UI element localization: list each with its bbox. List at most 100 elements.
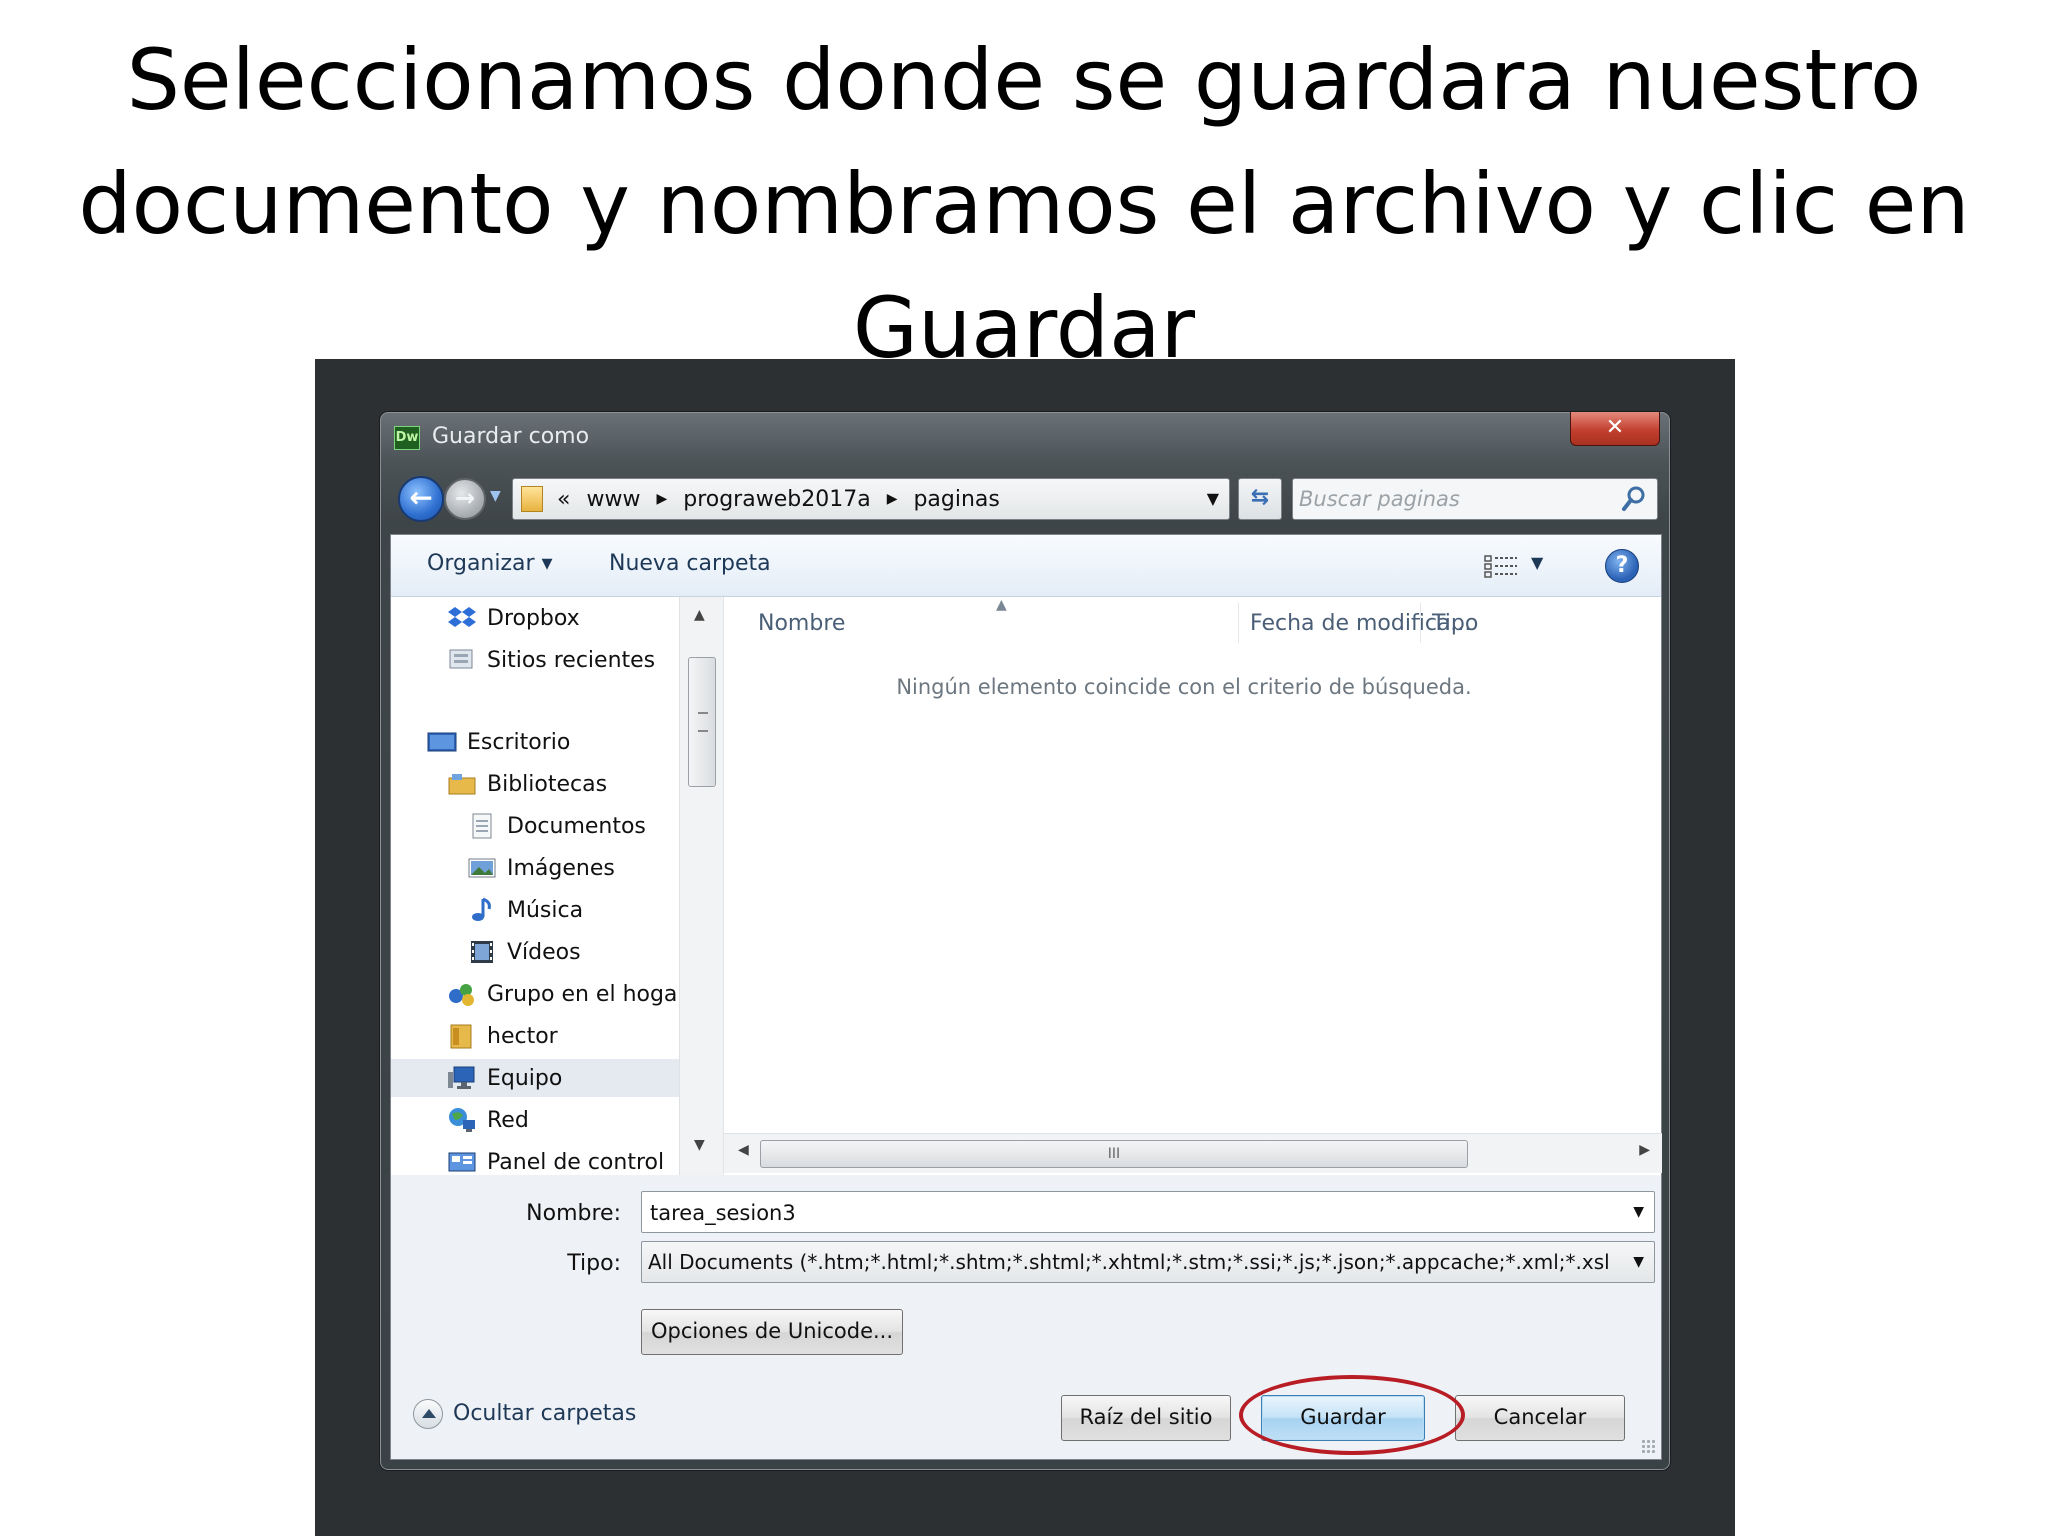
breadcrumb-prograweb2017a[interactable]: prograweb2017a (683, 487, 870, 512)
breadcrumb-separator-icon[interactable]: ▶ (656, 491, 667, 507)
view-options-icon[interactable] (1483, 553, 1519, 579)
sidebar-item-label: Panel de control (487, 1149, 665, 1175)
sidebar-item-videos[interactable]: Vídeos (391, 933, 679, 971)
videos-icon (471, 941, 493, 963)
sidebar-item-label: Sitios recientes (487, 647, 656, 673)
navigation-bar: ← → ▼ « www ▶ prograweb2017a ▶ paginas ▼… (394, 474, 1658, 522)
cancel-button[interactable]: Cancelar (1455, 1395, 1625, 1441)
slide-title: Seleccionamos donde se guardara nuestro … (78, 31, 1970, 377)
sidebar-item-label: Dropbox (487, 605, 580, 631)
recent-places-icon (449, 649, 473, 669)
breadcrumb-separator-icon[interactable]: ▶ (887, 491, 898, 507)
sidebar-item-recent-places[interactable]: Sitios recientes (391, 641, 679, 679)
sidebar-item-label: Escritorio (467, 729, 571, 755)
scroll-left-icon[interactable]: ◀ (738, 1142, 749, 1158)
site-root-button[interactable]: Raíz del sitio (1061, 1395, 1231, 1441)
back-arrow-icon: ← (409, 481, 433, 514)
sidebar-item-desktop[interactable]: Escritorio (391, 723, 679, 761)
control-panel-icon (448, 1152, 476, 1172)
homegroup-icon (449, 984, 474, 1006)
sort-ascending-icon: ▲ (996, 597, 1007, 613)
user-folder-icon (450, 1024, 472, 1049)
sidebar-item-network[interactable]: Red (391, 1101, 679, 1139)
folder-icon (521, 486, 543, 512)
sidebar-item-label: Grupo en el hoga (487, 981, 678, 1007)
forward-button[interactable]: → (444, 478, 486, 520)
file-name-label: Nombre: (526, 1201, 621, 1226)
sidebar-item-documents[interactable]: Documentos (391, 807, 679, 845)
network-icon (449, 1108, 475, 1132)
dropbox-icon (448, 607, 476, 627)
title-bar[interactable]: Dw Guardar como ✕ (380, 412, 1670, 464)
sidebar-item-label: Bibliotecas (487, 771, 608, 797)
computer-icon (448, 1066, 475, 1089)
file-type-select[interactable]: All Documents (*.htm;*.html;*.shtm;*.sht… (641, 1241, 1655, 1283)
navigation-pane: Dropbox Sitios recientes Escritorio Bibl… (391, 597, 723, 1175)
horizontal-scrollbar[interactable]: ◀ III ▶ (724, 1133, 1662, 1173)
back-button[interactable]: ← (398, 476, 444, 522)
scroll-thumb[interactable] (688, 657, 716, 787)
music-icon (472, 897, 491, 921)
documents-icon (472, 813, 492, 839)
close-button[interactable]: ✕ (1570, 412, 1660, 446)
file-name-input[interactable] (650, 1198, 1610, 1228)
sidebar-item-label: Vídeos (507, 939, 581, 965)
file-list-pane: ▲ Nombre Fecha de modifica... Tipo Ningú… (723, 597, 1662, 1175)
refresh-button[interactable]: ⇆ (1238, 478, 1282, 520)
save-as-dialog: Dw Guardar como ✕ ← → ▼ « www ▶ prograwe… (379, 411, 1671, 1471)
forward-arrow-icon: → (454, 484, 476, 512)
address-bar[interactable]: « www ▶ prograweb2017a ▶ paginas ▼ (512, 478, 1230, 520)
file-name-combobox[interactable]: ▼ (641, 1191, 1655, 1233)
hide-folders-toggle[interactable]: Ocultar carpetas (453, 1401, 636, 1426)
column-divider[interactable] (1238, 603, 1239, 643)
command-toolbar: Organizar ▾ Nueva carpeta ▼ ? (391, 535, 1661, 597)
column-header-name[interactable]: Nombre (758, 611, 845, 636)
save-highlight-annotation (1239, 1375, 1465, 1455)
search-box[interactable] (1292, 478, 1658, 520)
sidebar-item-dropbox[interactable]: Dropbox (391, 599, 679, 637)
sidebar-item-hector[interactable]: hector (391, 1017, 679, 1055)
sidebar-item-label: Equipo (487, 1065, 563, 1091)
address-dropdown-icon[interactable]: ▼ (1207, 489, 1219, 508)
desktop-icon (427, 732, 457, 752)
libraries-icon (448, 774, 476, 795)
help-icon[interactable]: ? (1605, 549, 1639, 583)
scroll-right-icon[interactable]: ▶ (1639, 1142, 1650, 1158)
column-header-type[interactable]: Tipo (1432, 611, 1478, 636)
window-title: Guardar como (432, 424, 590, 449)
horizontal-scroll-thumb[interactable]: III (760, 1140, 1468, 1168)
sidebar-item-homegroup[interactable]: Grupo en el hoga (391, 975, 679, 1013)
sidebar-item-computer[interactable]: Equipo (391, 1059, 679, 1097)
organize-button[interactable]: Organizar ▾ (427, 551, 553, 576)
sidebar-item-label: hector (487, 1023, 558, 1049)
screenshot-frame: Dw Guardar como ✕ ← → ▼ « www ▶ prograwe… (315, 359, 1735, 1536)
column-divider[interactable] (1420, 603, 1421, 643)
scroll-down-icon[interactable]: ▼ (694, 1137, 705, 1153)
refresh-icon: ⇆ (1250, 485, 1270, 510)
scroll-up-icon[interactable]: ▲ (694, 607, 705, 623)
search-icon[interactable] (1621, 485, 1647, 513)
breadcrumb-www[interactable]: www (586, 487, 640, 512)
view-dropdown-icon[interactable]: ▼ (1531, 553, 1543, 572)
recent-pages-dropdown-icon[interactable]: ▼ (490, 488, 501, 504)
sidebar-item-pictures[interactable]: Imágenes (391, 849, 679, 887)
sidebar-item-control-panel[interactable]: Panel de control (391, 1143, 679, 1175)
search-input[interactable] (1299, 485, 1599, 513)
sidebar-item-music[interactable]: Música (391, 891, 679, 929)
sidebar-item-label: Red (487, 1107, 529, 1133)
file-name-dropdown-icon[interactable]: ▼ (1633, 1204, 1644, 1220)
breadcrumb-overflow[interactable]: « (557, 487, 570, 512)
unicode-options-button[interactable]: Opciones de Unicode... (641, 1309, 903, 1355)
new-folder-button[interactable]: Nueva carpeta (609, 551, 771, 576)
resize-grip-icon[interactable] (1641, 1439, 1655, 1453)
pictures-icon (468, 858, 496, 878)
sidebar-item-libraries[interactable]: Bibliotecas (391, 765, 679, 803)
breadcrumb-paginas[interactable]: paginas (913, 487, 999, 512)
file-type-dropdown-icon[interactable]: ▼ (1633, 1254, 1644, 1270)
file-type-value: All Documents (*.htm;*.html;*.shtm;*.sht… (648, 1250, 1610, 1274)
sidebar-item-label: Imágenes (507, 855, 615, 881)
grip-icon (698, 712, 708, 732)
hide-folders-icon[interactable] (413, 1399, 443, 1429)
navigation-scrollbar[interactable]: ▲ ▼ (679, 597, 723, 1175)
sidebar-item-label: Música (507, 897, 584, 923)
